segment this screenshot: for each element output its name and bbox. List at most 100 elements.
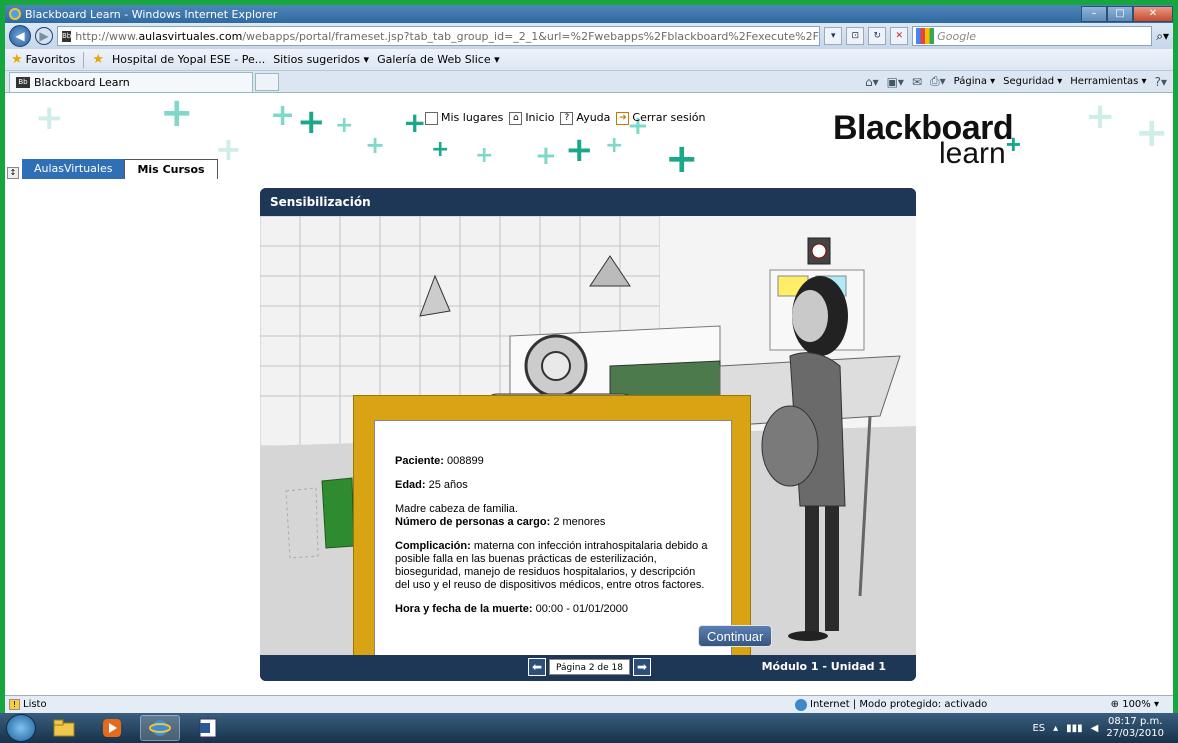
favorites-button[interactable]: ★ Favoritos (11, 52, 75, 67)
explorer-icon[interactable] (44, 715, 84, 741)
inicio-link[interactable]: ⌂ Inicio (509, 111, 554, 125)
learn-logo: learn+ (939, 129, 1021, 171)
url-input[interactable]: Bb http://www. aulasvirtuales.com/webapps… (57, 26, 821, 46)
security-zone[interactable]: Internet | Modo protegido: activado (795, 698, 988, 711)
word-doc-icon (199, 718, 217, 738)
mis-lugares-link[interactable]: Mis lugares (425, 111, 503, 125)
fav-item-sitios[interactable]: Sitios sugeridos ▾ (273, 53, 369, 66)
decor-plus: + (160, 93, 194, 136)
course-tabs: ↕ AulasVirtuales Mis Cursos (7, 159, 218, 179)
next-page-button[interactable]: ➡ (632, 658, 651, 676)
zone-text: Internet | Modo protegido: activado (810, 699, 988, 710)
label: Edad: (395, 479, 426, 491)
label: Número de personas a cargo: (395, 516, 551, 528)
status-text: Listo (23, 699, 47, 710)
ie-window: Blackboard Learn - Windows Internet Expl… (5, 5, 1173, 713)
decor-plus: + (365, 131, 386, 159)
top-links: Mis lugares ⌂ Inicio ? Ayuda ➜ Cerrar sesió… (425, 111, 705, 125)
url-prefix: http://www. (75, 29, 139, 43)
feeds-icon[interactable]: ▣▾ (887, 75, 904, 89)
dropdown-icon[interactable]: ▾ (824, 27, 843, 45)
print-icon[interactable]: ⎙▾ (930, 74, 946, 89)
paciente-line: Paciente: 008899 (395, 455, 711, 468)
clock[interactable]: 08:17 p.m. 27/03/2010 (1106, 716, 1164, 740)
decor-plus: + (1085, 96, 1116, 137)
fav-item-hospital[interactable]: Hospital de Yopal ESE - Pe... (112, 53, 265, 66)
mail-icon[interactable]: ✉ (912, 75, 922, 89)
help-icon[interactable]: ?▾ (1155, 75, 1167, 89)
window-controls: – □ ✕ (1081, 6, 1173, 22)
help-icon: ? (560, 111, 574, 125)
tab-bar: Bb Blackboard Learn ⌂▾ ▣▾ ✉ ⎙▾ Página ▾ … (5, 71, 1173, 93)
close-button[interactable]: ✕ (1133, 6, 1173, 22)
ie-taskbar-icon[interactable] (140, 715, 180, 741)
zoom-level: 100% (1122, 699, 1151, 710)
minimize-button[interactable]: – (1081, 6, 1107, 22)
ie-icon (9, 8, 21, 20)
decor-plus: + (35, 98, 64, 138)
compat-icon[interactable]: ⊡ (846, 27, 865, 45)
warning-icon: ! (9, 699, 20, 710)
label: Paciente: (395, 455, 444, 467)
expand-icon[interactable]: ↕ (7, 167, 19, 179)
window-title: Blackboard Learn - Windows Internet Expl… (25, 7, 278, 21)
link-label: Mis lugares (441, 111, 504, 124)
value: Madre cabeza de familia. (395, 503, 518, 515)
learn-text: learn (939, 137, 1006, 170)
forward-button[interactable]: ▶ (35, 27, 53, 45)
fav-item-galeria[interactable]: Galería de Web Slice ▾ (377, 53, 500, 66)
maximize-button[interactable]: □ (1107, 6, 1133, 22)
add-favorite-icon[interactable]: ★ (92, 52, 104, 67)
tools-menu[interactable]: Herramientas ▾ (1070, 76, 1146, 87)
familia-line: Madre cabeza de familia. Número de person… (395, 503, 711, 529)
back-button[interactable]: ◀ (9, 25, 31, 47)
decor-plus: + (403, 106, 427, 139)
decor-plus: + (535, 141, 557, 171)
play-icon (103, 719, 121, 737)
stop-icon[interactable]: ✕ (890, 27, 909, 45)
edad-line: Edad: 25 años (395, 479, 711, 492)
fav-label: Galería de Web Slice ▾ (377, 53, 500, 66)
fav-label: Hospital de Yopal ESE - Pe... (111, 53, 266, 66)
tray-arrow-icon[interactable]: ▴ (1053, 723, 1058, 734)
media-player-icon[interactable] (92, 715, 132, 741)
decor-plus: + (270, 98, 296, 133)
pager: ⬅ Página 2 de 18 ➡ (528, 658, 651, 676)
tab-aulas-virtuales[interactable]: AulasVirtuales (22, 159, 125, 179)
home-icon: ⌂ (509, 111, 523, 125)
patient-record: Paciente: 008899 Edad: 25 años Madre cab… (374, 420, 732, 655)
system-tray: ES ▴ ▮▮▮ ◀ 08:17 p.m. 27/03/2010 (1032, 716, 1178, 740)
start-button[interactable] (6, 714, 36, 742)
date: 27/03/2010 (1106, 728, 1164, 739)
decor-plus: + (1135, 110, 1169, 156)
tab-mis-cursos[interactable]: Mis Cursos (124, 159, 218, 179)
decor-plus: + (335, 113, 354, 138)
label: Hora y fecha de la muerte: (395, 603, 533, 615)
folder-icon (53, 719, 75, 737)
zoom-control[interactable]: ⊕ 100% ▾ (1111, 699, 1159, 710)
divider (83, 51, 85, 68)
google-icon (916, 28, 935, 44)
address-bar: ◀ ▶ Bb http://www. aulasvirtuales.com/web… (5, 23, 1173, 49)
page-menu[interactable]: Página ▾ (954, 76, 996, 87)
refresh-icon[interactable]: ↻ (868, 27, 887, 45)
continue-button[interactable]: Continuar (698, 625, 773, 647)
status-bar: ! Listo Internet | Modo protegido: activ… (5, 695, 1173, 713)
language-indicator[interactable]: ES (1032, 723, 1045, 734)
search-icon[interactable]: ⌕▾ (1156, 29, 1169, 44)
tab-blackboard[interactable]: Bb Blackboard Learn (9, 71, 253, 92)
ayuda-link[interactable]: ? Ayuda (560, 111, 610, 125)
new-tab-button[interactable] (255, 72, 279, 91)
security-menu[interactable]: Seguridad ▾ (1003, 76, 1062, 87)
network-icon[interactable]: ▮▮▮ (1066, 723, 1083, 734)
value: 2 menores (553, 516, 606, 528)
cerrar-sesion-link[interactable]: ➜ Cerrar sesión (616, 111, 705, 125)
home-icon[interactable]: ⌂▾ (865, 75, 879, 89)
time: 08:17 p.m. (1107, 716, 1163, 727)
url-rest: /webapps/portal/frameset.jsp?tab_tab_gro… (242, 29, 821, 43)
volume-icon[interactable]: ◀ (1091, 723, 1099, 734)
ie-icon (149, 720, 171, 736)
word-icon[interactable] (188, 715, 228, 741)
prev-page-button[interactable]: ⬅ (528, 658, 546, 676)
search-input[interactable]: Google (912, 26, 1153, 46)
